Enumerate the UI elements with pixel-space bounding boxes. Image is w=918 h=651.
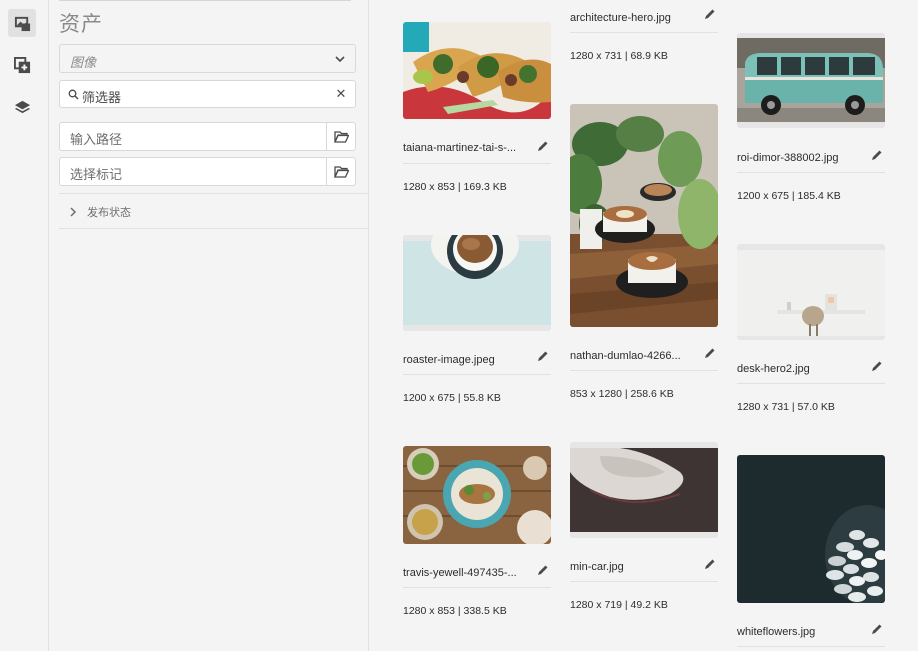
asset-thumbnail[interactable]: [570, 442, 718, 538]
panel-title: 资产: [59, 13, 103, 36]
asset-name[interactable]: whiteflowers.jpg: [737, 626, 857, 638]
asset-meta: 853 x 1280 | 258.6 KB: [570, 388, 674, 400]
clear-icon[interactable]: ✕: [333, 86, 349, 102]
assets-rail-button[interactable]: [8, 9, 36, 37]
card-divider: [403, 163, 551, 164]
pencil-icon[interactable]: [704, 8, 716, 20]
components-rail-button[interactable]: [8, 51, 36, 79]
pencil-icon[interactable]: [537, 140, 549, 152]
tag-placeholder: 选择标记: [70, 167, 123, 182]
pencil-icon[interactable]: [704, 558, 716, 570]
asset-meta: 1280 x 853 | 338.5 KB: [403, 605, 507, 617]
components-icon: [13, 56, 30, 73]
tag-field[interactable]: 选择标记: [59, 157, 356, 186]
vw-bus-image: [737, 33, 885, 128]
asset-name[interactable]: nathan-dumlao-4266...: [570, 350, 690, 362]
panel-divider: [59, 193, 368, 194]
folder-icon: [333, 130, 349, 143]
layers-icon: [14, 100, 30, 113]
asset-meta: 1280 x 719 | 49.2 KB: [570, 599, 668, 611]
search-icon: [68, 89, 79, 100]
asset-browser: 资产 图像 筛选器 ✕ 输入路径 选择标记 发布状态 taiana-martin…: [0, 0, 918, 651]
panel-top-divider: [59, 0, 351, 1]
asset-meta: 1200 x 675 | 55.8 KB: [403, 392, 501, 404]
publish-status-accordion[interactable]: 发布状态: [69, 204, 131, 220]
asset-name[interactable]: roaster-image.jpeg: [403, 354, 523, 366]
car-image: [570, 442, 718, 538]
asset-name[interactable]: desk-hero2.jpg: [737, 363, 857, 375]
card-divider: [570, 32, 718, 33]
browse-path-button[interactable]: [326, 123, 355, 150]
asset-name[interactable]: roi-dimor-388002.jpg: [737, 152, 857, 164]
pencil-icon[interactable]: [871, 623, 883, 635]
content-tree-rail-button[interactable]: [8, 93, 36, 121]
asset-meta: 1280 x 731 | 68.9 KB: [570, 50, 668, 62]
asset-meta: 1200 x 675 | 185.4 KB: [737, 190, 841, 202]
folder-icon: [333, 165, 349, 178]
filter-search-input[interactable]: 筛选器 ✕: [59, 80, 356, 108]
path-field[interactable]: 输入路径: [59, 122, 356, 151]
asset-thumbnail[interactable]: [570, 104, 718, 327]
assets-icon: [14, 16, 30, 31]
assets-panel: 资产 图像 筛选器 ✕ 输入路径 选择标记 发布状态: [49, 0, 369, 651]
latte-plants-image: [570, 104, 718, 327]
asset-thumbnail[interactable]: [403, 22, 551, 119]
pencil-icon[interactable]: [871, 149, 883, 161]
asset-thumbnail[interactable]: [737, 33, 885, 128]
search-value: 筛选器: [82, 90, 122, 105]
card-divider: [403, 374, 551, 375]
asset-grid: taiana-martinez-tai-s-... 1280 x 853 | 1…: [370, 0, 918, 651]
tacos-image: [403, 22, 551, 119]
card-divider: [737, 646, 885, 647]
desk-image: [737, 244, 885, 340]
asset-meta: 1280 x 853 | 169.3 KB: [403, 181, 507, 193]
pencil-icon[interactable]: [537, 350, 549, 362]
asset-name[interactable]: min-car.jpg: [570, 561, 690, 573]
asset-meta: 1280 x 731 | 57.0 KB: [737, 401, 835, 413]
chevron-down-icon: [335, 56, 345, 63]
coffee-cup-image: [403, 235, 551, 331]
asset-thumbnail[interactable]: [403, 446, 551, 544]
browse-tags-button[interactable]: [326, 158, 355, 185]
pencil-icon[interactable]: [537, 564, 549, 576]
card-divider: [570, 581, 718, 582]
asset-thumbnail[interactable]: [403, 235, 551, 331]
side-rail: [0, 0, 49, 651]
publish-status-label: 发布状态: [87, 207, 131, 219]
asset-name[interactable]: taiana-martinez-tai-s-...: [403, 142, 523, 154]
chevron-right-icon: [70, 207, 77, 217]
food-plates-image: [403, 446, 551, 544]
path-placeholder: 输入路径: [70, 132, 123, 147]
asset-thumbnail[interactable]: [737, 455, 885, 603]
asset-name[interactable]: architecture-hero.jpg: [570, 12, 690, 24]
card-divider: [737, 383, 885, 384]
card-divider: [403, 587, 551, 588]
asset-thumbnail[interactable]: [737, 244, 885, 340]
card-divider: [570, 370, 718, 371]
pencil-icon[interactable]: [871, 360, 883, 372]
panel-divider: [59, 228, 368, 229]
asset-type-value: 图像: [70, 55, 97, 70]
card-divider: [737, 172, 885, 173]
pencil-icon[interactable]: [704, 347, 716, 359]
asset-type-select[interactable]: 图像: [59, 44, 356, 73]
asset-name[interactable]: travis-yewell-497435-...: [403, 567, 523, 579]
white-flowers-image: [737, 455, 885, 603]
